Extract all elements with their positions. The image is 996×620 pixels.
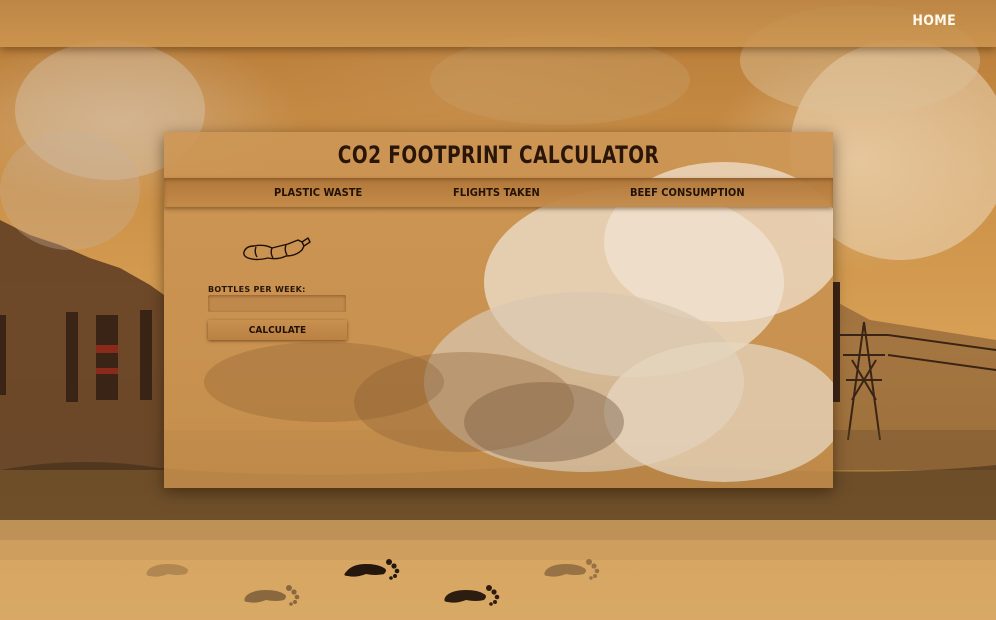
tab-flights-taken[interactable]: FLIGHTS TAKEN xyxy=(453,178,540,207)
bottles-per-week-label: BOTTLES PER WEEK: xyxy=(208,285,306,294)
footprint-icon xyxy=(444,585,500,606)
footprint-icon xyxy=(344,559,400,580)
calculator-panel: CO2 FOOTPRINT CALCULATOR PLASTIC WASTE F… xyxy=(164,132,833,488)
footprint-icon xyxy=(146,564,188,577)
footprint-icon xyxy=(244,585,300,606)
calculator-tabs: PLASTIC WASTE FLIGHTS TAKEN BEEF CONSUMP… xyxy=(164,178,833,207)
top-nav-bar: HOME xyxy=(0,0,996,47)
tab-plastic-waste[interactable]: PLASTIC WASTE xyxy=(274,178,362,207)
tab-beef-consumption[interactable]: BEEF CONSUMPTION xyxy=(630,178,745,207)
page-title: CO2 FOOTPRINT CALCULATOR xyxy=(337,141,660,169)
footprint-icon xyxy=(544,559,600,580)
home-link[interactable]: HOME xyxy=(912,13,956,29)
footprints-decoration xyxy=(146,559,600,606)
plastic-bottle-icon xyxy=(243,237,311,261)
calculate-button[interactable]: CALCULATE xyxy=(208,320,347,340)
bottles-per-week-input[interactable] xyxy=(208,295,346,312)
